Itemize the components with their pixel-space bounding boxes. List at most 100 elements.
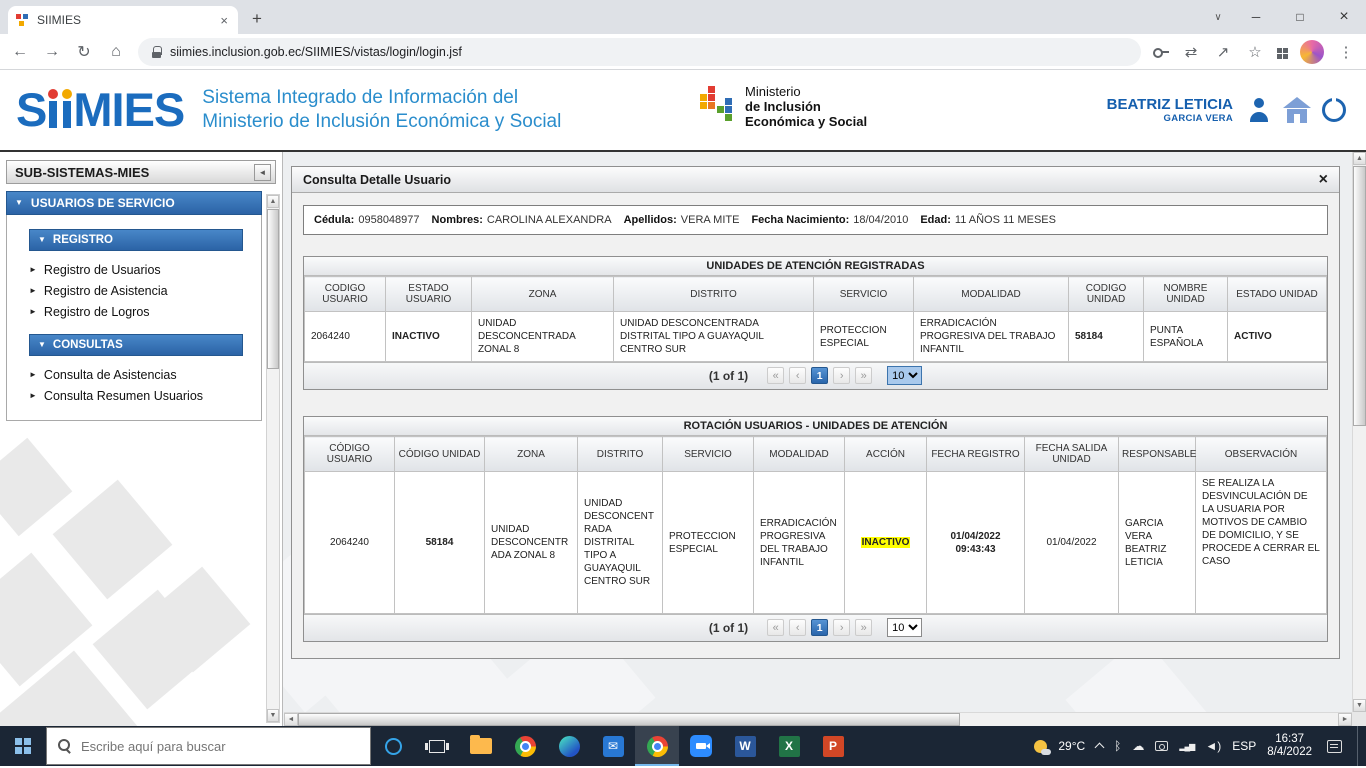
fecha-nacimiento-value: 18/04/2010 <box>853 214 908 226</box>
first-page-icon[interactable]: « <box>767 619 784 636</box>
weather-icon[interactable] <box>1034 740 1047 753</box>
window-maximize-button[interactable]: □ <box>1278 0 1322 34</box>
temperature-text[interactable]: 29°C <box>1058 739 1085 753</box>
window-minimize-button[interactable]: ─ <box>1234 0 1278 34</box>
camera-device-icon[interactable] <box>1155 741 1168 751</box>
cortana-button[interactable] <box>371 726 415 766</box>
table-header-row: CÓDIGO USUARIO CÓDIGO UNIDAD ZONA DISTRI… <box>305 437 1327 472</box>
start-button[interactable] <box>0 726 46 766</box>
submenu-consultas[interactable]: ▼ CONSULTAS <box>29 334 243 356</box>
scrollbar-thumb[interactable] <box>298 713 960 726</box>
home-icon[interactable]: ⌂ <box>106 43 126 61</box>
show-desktop-button[interactable] <box>1357 726 1362 766</box>
word-button[interactable]: W <box>723 726 767 766</box>
table-row: 2064240 INACTIVO UNIDAD DESCONCENTRADA Z… <box>305 312 1327 362</box>
siimies-favicon <box>16 13 30 27</box>
tab-close-icon[interactable]: × <box>218 13 230 28</box>
sidebar-scrollbar[interactable]: ▲ ▼ <box>266 194 280 723</box>
scroll-up-icon[interactable]: ▲ <box>267 195 279 208</box>
cell-distrito: UNIDAD DESCONCENTRADA DISTRITAL TIPO A G… <box>614 312 814 362</box>
mail-button[interactable]: ✉ <box>591 726 635 766</box>
reload-icon[interactable]: ↻ <box>74 42 94 62</box>
scroll-right-icon[interactable]: ► <box>1338 713 1352 726</box>
profile-avatar[interactable] <box>1300 40 1324 64</box>
address-bar[interactable]: siimies.inclusion.gob.ec/SIIMIES/vistas/… <box>138 38 1141 66</box>
sidebar-item-registro-de-logros[interactable]: ► Registro de Logros <box>29 301 243 322</box>
translate-icon[interactable]: ⇄ <box>1181 43 1201 61</box>
rows-per-page-select[interactable]: 10 <box>887 366 922 385</box>
next-page-icon[interactable]: › <box>833 367 850 384</box>
volume-icon[interactable]: ◄) <box>1205 739 1221 753</box>
next-page-icon[interactable]: › <box>833 619 850 636</box>
sidebar-item-consulta-de-asistencias[interactable]: ► Consulta de Asistencias <box>29 364 243 385</box>
cell-estado-unidad: ACTIVO <box>1228 312 1327 362</box>
last-page-icon[interactable]: » <box>855 619 872 636</box>
new-tab-button[interactable]: + <box>244 6 270 32</box>
tab-search-icon[interactable]: ∨ <box>1202 0 1234 34</box>
sidebar-item-consulta-resumen-usuarios[interactable]: ► Consulta Resumen Usuarios <box>29 385 243 406</box>
edge-button[interactable] <box>547 726 591 766</box>
windows-logo-icon <box>15 738 31 754</box>
onedrive-cloud-icon[interactable]: ☁ <box>1132 739 1144 753</box>
page-number-button[interactable]: 1 <box>811 367 828 384</box>
sidebar: SUB-SISTEMAS-MIES ◄ ▼ USUARIOS DE SERVIC… <box>0 152 283 726</box>
task-view-button[interactable] <box>415 726 459 766</box>
previous-page-icon[interactable]: ‹ <box>789 367 806 384</box>
sidebar-item-label: Registro de Logros <box>44 305 150 319</box>
browser-tab[interactable]: SIIMIES × <box>8 6 238 34</box>
date-text: 8/4/2022 <box>1267 746 1312 759</box>
cedula-label: Cédula: <box>314 214 354 226</box>
powerpoint-button[interactable]: P <box>811 726 855 766</box>
scroll-left-icon[interactable]: ◄ <box>284 713 298 726</box>
excel-button[interactable]: X <box>767 726 811 766</box>
scroll-down-icon[interactable]: ▼ <box>267 709 279 722</box>
rows-per-page-select[interactable]: 10 <box>887 618 922 637</box>
submenu-registro[interactable]: ▼ REGISTRO <box>29 229 243 251</box>
scrollbar-thumb[interactable] <box>267 209 279 369</box>
sidebar-collapse-button[interactable]: ◄ <box>254 164 271 181</box>
horizontal-scrollbar[interactable]: ◄ ► <box>284 712 1352 726</box>
cortana-icon <box>385 738 402 755</box>
sidebar-item-registro-de-asistencia[interactable]: ► Registro de Asistencia <box>29 280 243 301</box>
previous-page-icon[interactable]: ‹ <box>789 619 806 636</box>
language-indicator[interactable]: ESP <box>1232 739 1256 753</box>
back-icon[interactable]: ← <box>10 43 30 61</box>
forward-icon[interactable]: → <box>42 43 62 61</box>
app-title-line2: Ministerio de Inclusión Económica y Soci… <box>202 110 561 134</box>
cell-codigo-usuario: 2064240 <box>305 312 386 362</box>
nombres-label: Nombres: <box>432 214 483 226</box>
taskbar-search[interactable] <box>46 727 371 765</box>
share-icon[interactable]: ↗ <box>1213 43 1233 61</box>
search-input[interactable] <box>81 739 341 754</box>
sidebar-item-label: Consulta de Asistencias <box>44 368 177 382</box>
scroll-up-icon[interactable]: ▲ <box>1353 152 1366 165</box>
chrome-active-button[interactable] <box>635 726 679 766</box>
extensions-icon[interactable] <box>1277 48 1282 53</box>
sidebar-menu-usuarios-de-servicio[interactable]: ▼ USUARIOS DE SERVICIO <box>6 191 262 215</box>
window-close-button[interactable]: × <box>1322 0 1366 34</box>
first-page-icon[interactable]: « <box>767 367 784 384</box>
scroll-down-icon[interactable]: ▼ <box>1353 699 1366 712</box>
user-profile-icon[interactable] <box>1246 98 1272 122</box>
panel-title: Consulta Detalle Usuario <box>303 173 451 187</box>
sidebar-item-registro-de-usuarios[interactable]: ► Registro de Usuarios <box>29 259 243 280</box>
last-page-icon[interactable]: » <box>855 367 872 384</box>
cell-accion: INACTIVO <box>845 472 927 614</box>
network-signal-icon[interactable]: ▂▄▆ <box>1179 742 1194 751</box>
bluetooth-icon[interactable]: ᛒ <box>1114 739 1121 753</box>
password-key-icon[interactable] <box>1153 48 1169 56</box>
vertical-scrollbar[interactable]: ▲ ▼ <box>1352 152 1366 712</box>
zoom-button[interactable] <box>679 726 723 766</box>
clock[interactable]: 16:37 8/4/2022 <box>1267 733 1312 759</box>
logout-power-icon[interactable] <box>1322 98 1346 122</box>
bookmark-star-icon[interactable]: ☆ <box>1245 43 1265 61</box>
panel-close-icon[interactable]: × <box>1319 172 1328 188</box>
notification-center-icon[interactable] <box>1327 740 1342 753</box>
tray-expand-icon[interactable] <box>1095 743 1105 753</box>
chrome-button[interactable] <box>503 726 547 766</box>
browser-menu-icon[interactable]: ⋮ <box>1336 43 1356 61</box>
file-explorer-button[interactable] <box>459 726 503 766</box>
page-number-button[interactable]: 1 <box>811 619 828 636</box>
scrollbar-thumb[interactable] <box>1353 166 1366 426</box>
home-app-icon[interactable] <box>1283 97 1311 123</box>
